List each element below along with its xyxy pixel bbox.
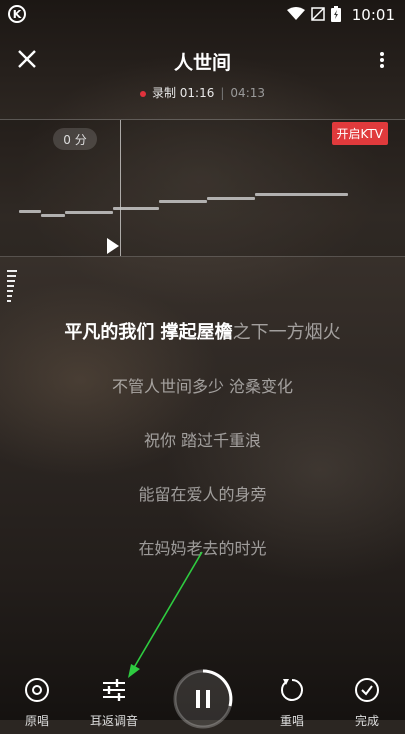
- volume-bar: [7, 295, 12, 297]
- ear-return-tuning-button[interactable]: 耳返调音: [81, 676, 147, 729]
- pitch-note: [207, 197, 255, 200]
- pitch-panel: 0 分 开启KTV: [0, 119, 405, 257]
- play-icon[interactable]: [107, 238, 119, 254]
- more-icon-dot: [380, 58, 384, 62]
- more-icon: [380, 52, 384, 56]
- restart-icon: [281, 679, 303, 701]
- recording-status: 录制 01:16 | 04:13: [0, 84, 405, 101]
- pause-icon: [173, 669, 233, 729]
- volume-bar: [7, 275, 16, 277]
- more-button[interactable]: [375, 48, 389, 72]
- lyric-line: 在妈妈老去的时光: [138, 539, 267, 558]
- current-lyric-line: 平凡的我们 撑起屋檐之下一方烟火: [0, 318, 405, 344]
- recording-time: 录制 01:16: [151, 86, 215, 100]
- status-icons: [287, 6, 341, 22]
- score-badge: 0 分: [53, 128, 97, 150]
- finish-label: 完成: [354, 714, 379, 728]
- volume-bar: [7, 285, 14, 287]
- volume-bar: [7, 290, 13, 292]
- status-bar: K 10:01: [0, 0, 405, 30]
- original-vocal-icon: [25, 678, 49, 702]
- blurred-background: [0, 0, 405, 720]
- volume-bar: [7, 280, 15, 282]
- volume-bars-icon: [7, 270, 21, 310]
- unsung-lyric: 之下一方烟火: [232, 322, 341, 343]
- restart-button[interactable]: 重唱: [262, 676, 322, 729]
- recording-separator: |: [220, 86, 225, 100]
- status-time: 10:01: [351, 6, 395, 24]
- pitch-note: [113, 207, 159, 210]
- volume-bar: [7, 300, 11, 302]
- pitch-note: [159, 200, 207, 203]
- pitch-cursor: [120, 120, 121, 256]
- battery-charging-icon: [331, 6, 341, 22]
- more-icon-dot: [380, 64, 384, 68]
- lyric-line: 不管人世间多少 沧桑变化: [111, 377, 294, 396]
- record-dot-icon: [139, 90, 146, 97]
- wifi-icon: [287, 7, 305, 20]
- no-signal-icon: [311, 7, 325, 21]
- lyric-line: 能留在爱人的身旁: [138, 485, 267, 504]
- ktv-mode-button[interactable]: 开启KTV: [331, 122, 388, 145]
- pitch-note: [255, 193, 348, 196]
- app-badge-icon: K: [8, 5, 26, 23]
- equalizer-icon: [103, 679, 125, 701]
- pitch-note: [65, 211, 113, 214]
- total-time: 04:13: [230, 86, 266, 100]
- volume-bar: [7, 270, 17, 272]
- original-vocal-button[interactable]: 原唱: [7, 676, 67, 729]
- lyric-line: 祝你 踏过千重浪: [143, 431, 262, 450]
- original-vocal-label: 原唱: [24, 714, 49, 728]
- check-icon: [355, 678, 379, 702]
- pitch-note: [41, 214, 65, 217]
- finish-button[interactable]: 完成: [337, 676, 397, 729]
- ear-return-tuning-label: 耳返调音: [89, 714, 138, 728]
- sung-lyric: 平凡的我们 撑起屋檐: [64, 322, 233, 343]
- restart-label: 重唱: [279, 714, 304, 728]
- pause-button[interactable]: [172, 668, 234, 730]
- song-title: 人世间: [173, 52, 231, 74]
- pitch-note: [19, 210, 41, 213]
